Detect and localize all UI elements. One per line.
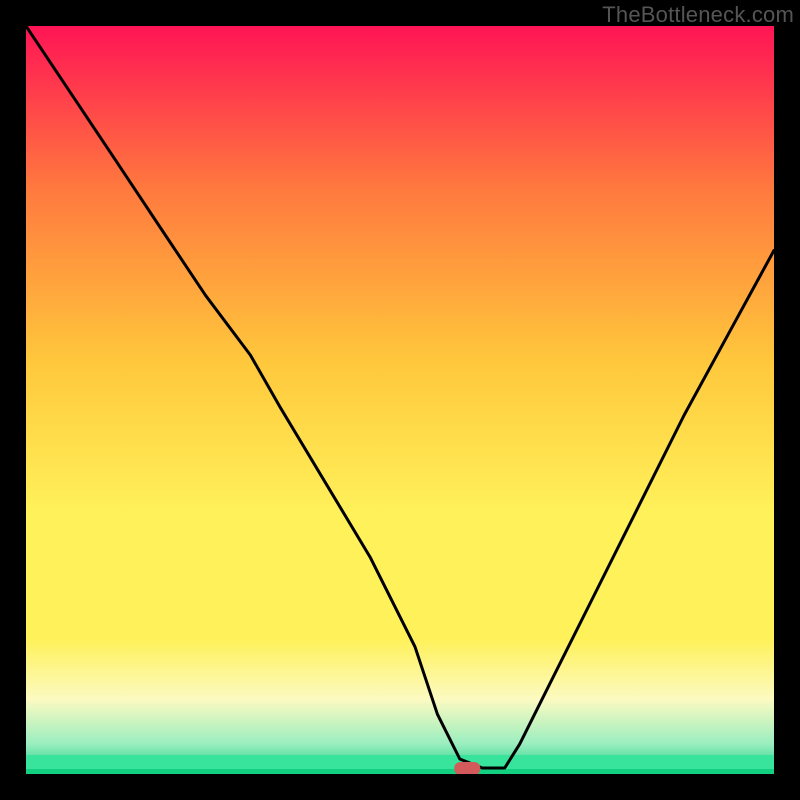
- watermark-text: TheBottleneck.com: [602, 2, 794, 28]
- base-band: [26, 755, 774, 769]
- plot-area: [26, 26, 774, 774]
- chart-canvas: TheBottleneck.com: [0, 0, 800, 800]
- base-line: [26, 769, 774, 774]
- plot-svg: [26, 26, 774, 774]
- minimum-marker: [454, 762, 480, 774]
- gradient-fill: [26, 26, 774, 774]
